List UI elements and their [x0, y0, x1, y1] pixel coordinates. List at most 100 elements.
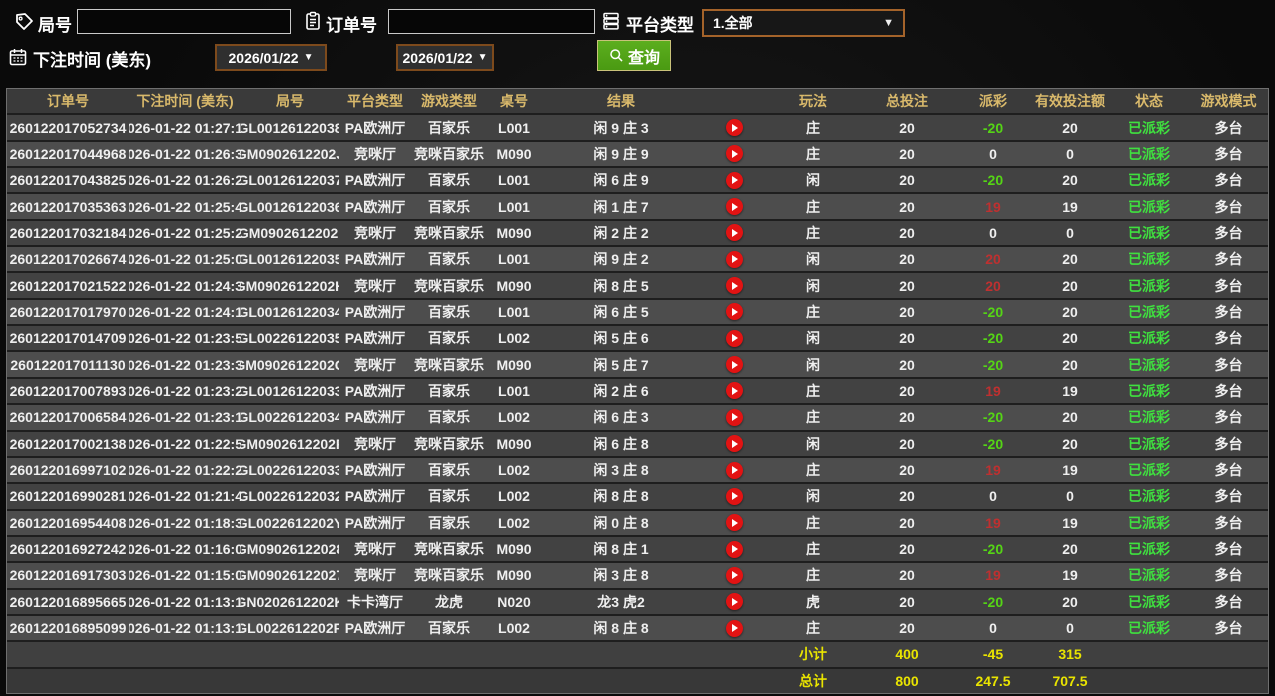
play-video-icon[interactable]: [725, 198, 743, 216]
cell-game: 竞咪百家乐: [411, 141, 487, 167]
play-video-icon[interactable]: [725, 408, 743, 426]
cell-valid: 20: [1031, 405, 1109, 430]
round-number-input[interactable]: [77, 9, 291, 34]
video-cell: [701, 168, 767, 193]
cell-total: 20: [859, 141, 955, 167]
video-cell: [701, 510, 767, 535]
cell-result: 闲 5 庄 7: [541, 352, 701, 377]
cell-bet: 闲: [767, 168, 859, 193]
cell-payout: -20: [955, 115, 1031, 140]
play-video-icon[interactable]: [725, 382, 743, 400]
cell-status: 已派彩: [1109, 194, 1189, 219]
play-video-icon[interactable]: [725, 619, 743, 637]
cell-bet: 庄: [767, 457, 859, 483]
column-header: 平台类型: [339, 89, 411, 114]
cell-table_no: L002: [487, 326, 541, 351]
cell-game: 竞咪百家乐: [411, 273, 487, 298]
cell-valid: 20: [1031, 299, 1109, 325]
play-video-icon[interactable]: [725, 145, 743, 163]
cell-platform: 竞咪厅: [339, 536, 411, 562]
cell-mode: 多台: [1189, 510, 1268, 535]
cell-result: 闲 3 庄 8: [541, 457, 701, 483]
cell-valid: 0: [1031, 484, 1109, 509]
cell-payout: 19: [955, 457, 1031, 483]
play-video-icon[interactable]: [725, 487, 743, 505]
platform-type-select[interactable]: 1.全部 ▼: [702, 9, 905, 37]
play-video-icon[interactable]: [725, 435, 743, 453]
cell-result: 闲 6 庄 3: [541, 405, 701, 430]
cell-result: 闲 1 庄 7: [541, 194, 701, 219]
cell-mode: 多台: [1189, 247, 1268, 272]
cell-status: 已派彩: [1109, 247, 1189, 272]
play-video-icon[interactable]: [725, 461, 743, 479]
cell-payout: 0: [955, 220, 1031, 246]
cell-bet: 闲: [767, 484, 859, 509]
column-header: 局号: [241, 89, 339, 114]
cell-platform: PA欧洲厅: [339, 168, 411, 193]
cell-time: 2026-01-22 01:26:32: [129, 141, 241, 167]
cell-mode: 多台: [1189, 431, 1268, 456]
cell-result: 闲 0 庄 8: [541, 510, 701, 535]
cell-valid: 20: [1031, 247, 1109, 272]
cell-time: 2026-01-22 01:25:01: [129, 247, 241, 272]
cell-table_no: M090: [487, 536, 541, 562]
column-header: 玩法: [767, 89, 859, 114]
subtotal-row-valid-bet: 315: [1031, 642, 1109, 667]
cell-status: 已派彩: [1109, 299, 1189, 325]
cell-table_no: L001: [487, 115, 541, 140]
play-video-icon[interactable]: [725, 540, 743, 558]
order-number-input[interactable]: [388, 9, 595, 34]
cell-payout: 20: [955, 273, 1031, 298]
play-video-icon[interactable]: [725, 514, 743, 532]
video-cell: [701, 589, 767, 614]
video-cell: [701, 352, 767, 377]
play-video-icon[interactable]: [725, 566, 743, 584]
cell-round: GL00226122035: [241, 326, 339, 351]
cell-bet: 闲: [767, 431, 859, 456]
cell-total: 20: [859, 563, 955, 588]
play-video-icon[interactable]: [725, 224, 743, 242]
platform-type-selected-value: 1.全部: [713, 15, 753, 31]
cell-table_no: M090: [487, 220, 541, 246]
video-cell: [701, 536, 767, 562]
play-video-icon[interactable]: [725, 250, 743, 268]
play-video-icon[interactable]: [725, 356, 743, 374]
video-cell: [701, 326, 767, 351]
play-video-icon[interactable]: [725, 329, 743, 347]
date-from-picker[interactable]: 2026/01/22 ▼: [215, 44, 327, 71]
cell-platform: PA欧洲厅: [339, 326, 411, 351]
cell-status: 已派彩: [1109, 378, 1189, 404]
cell-status: 已派彩: [1109, 536, 1189, 562]
tag-icon: [14, 12, 34, 32]
play-video-icon[interactable]: [725, 277, 743, 295]
cell-result: 闲 8 庄 5: [541, 273, 701, 298]
grand-total-row-valid-bet: 707.5: [1031, 668, 1109, 693]
play-video-icon[interactable]: [725, 303, 743, 321]
query-button[interactable]: 查询: [597, 40, 671, 71]
cell-payout: 19: [955, 378, 1031, 404]
calendar-icon: [8, 47, 28, 67]
cell-result: 闲 6 庄 9: [541, 168, 701, 193]
cell-mode: 多台: [1189, 115, 1268, 140]
cell-total: 20: [859, 615, 955, 641]
cell-time: 2026-01-22 01:25:24: [129, 220, 241, 246]
cell-order: 260122017026674: [7, 247, 129, 272]
play-video-icon[interactable]: [725, 171, 743, 189]
video-cell: [701, 299, 767, 325]
play-video-icon[interactable]: [725, 593, 743, 611]
cell-valid: 20: [1031, 273, 1109, 298]
cell-round: GL00226122032: [241, 484, 339, 509]
cell-time: 2026-01-22 01:23:21: [129, 378, 241, 404]
video-cell: [701, 247, 767, 272]
cell-game: 竞咪百家乐: [411, 431, 487, 456]
video-cell: [701, 115, 767, 140]
cell-game: 百家乐: [411, 510, 487, 535]
cell-order: 260122017021522: [7, 273, 129, 298]
play-video-icon[interactable]: [725, 119, 743, 137]
round-number-label: 局号: [38, 16, 72, 35]
date-to-picker[interactable]: 2026/01/22 ▼: [396, 44, 494, 71]
cell-order: 260122016895665: [7, 589, 129, 614]
cell-table_no: M090: [487, 431, 541, 456]
column-header: 状态: [1109, 89, 1189, 114]
cell-round: GL00126122037: [241, 168, 339, 193]
